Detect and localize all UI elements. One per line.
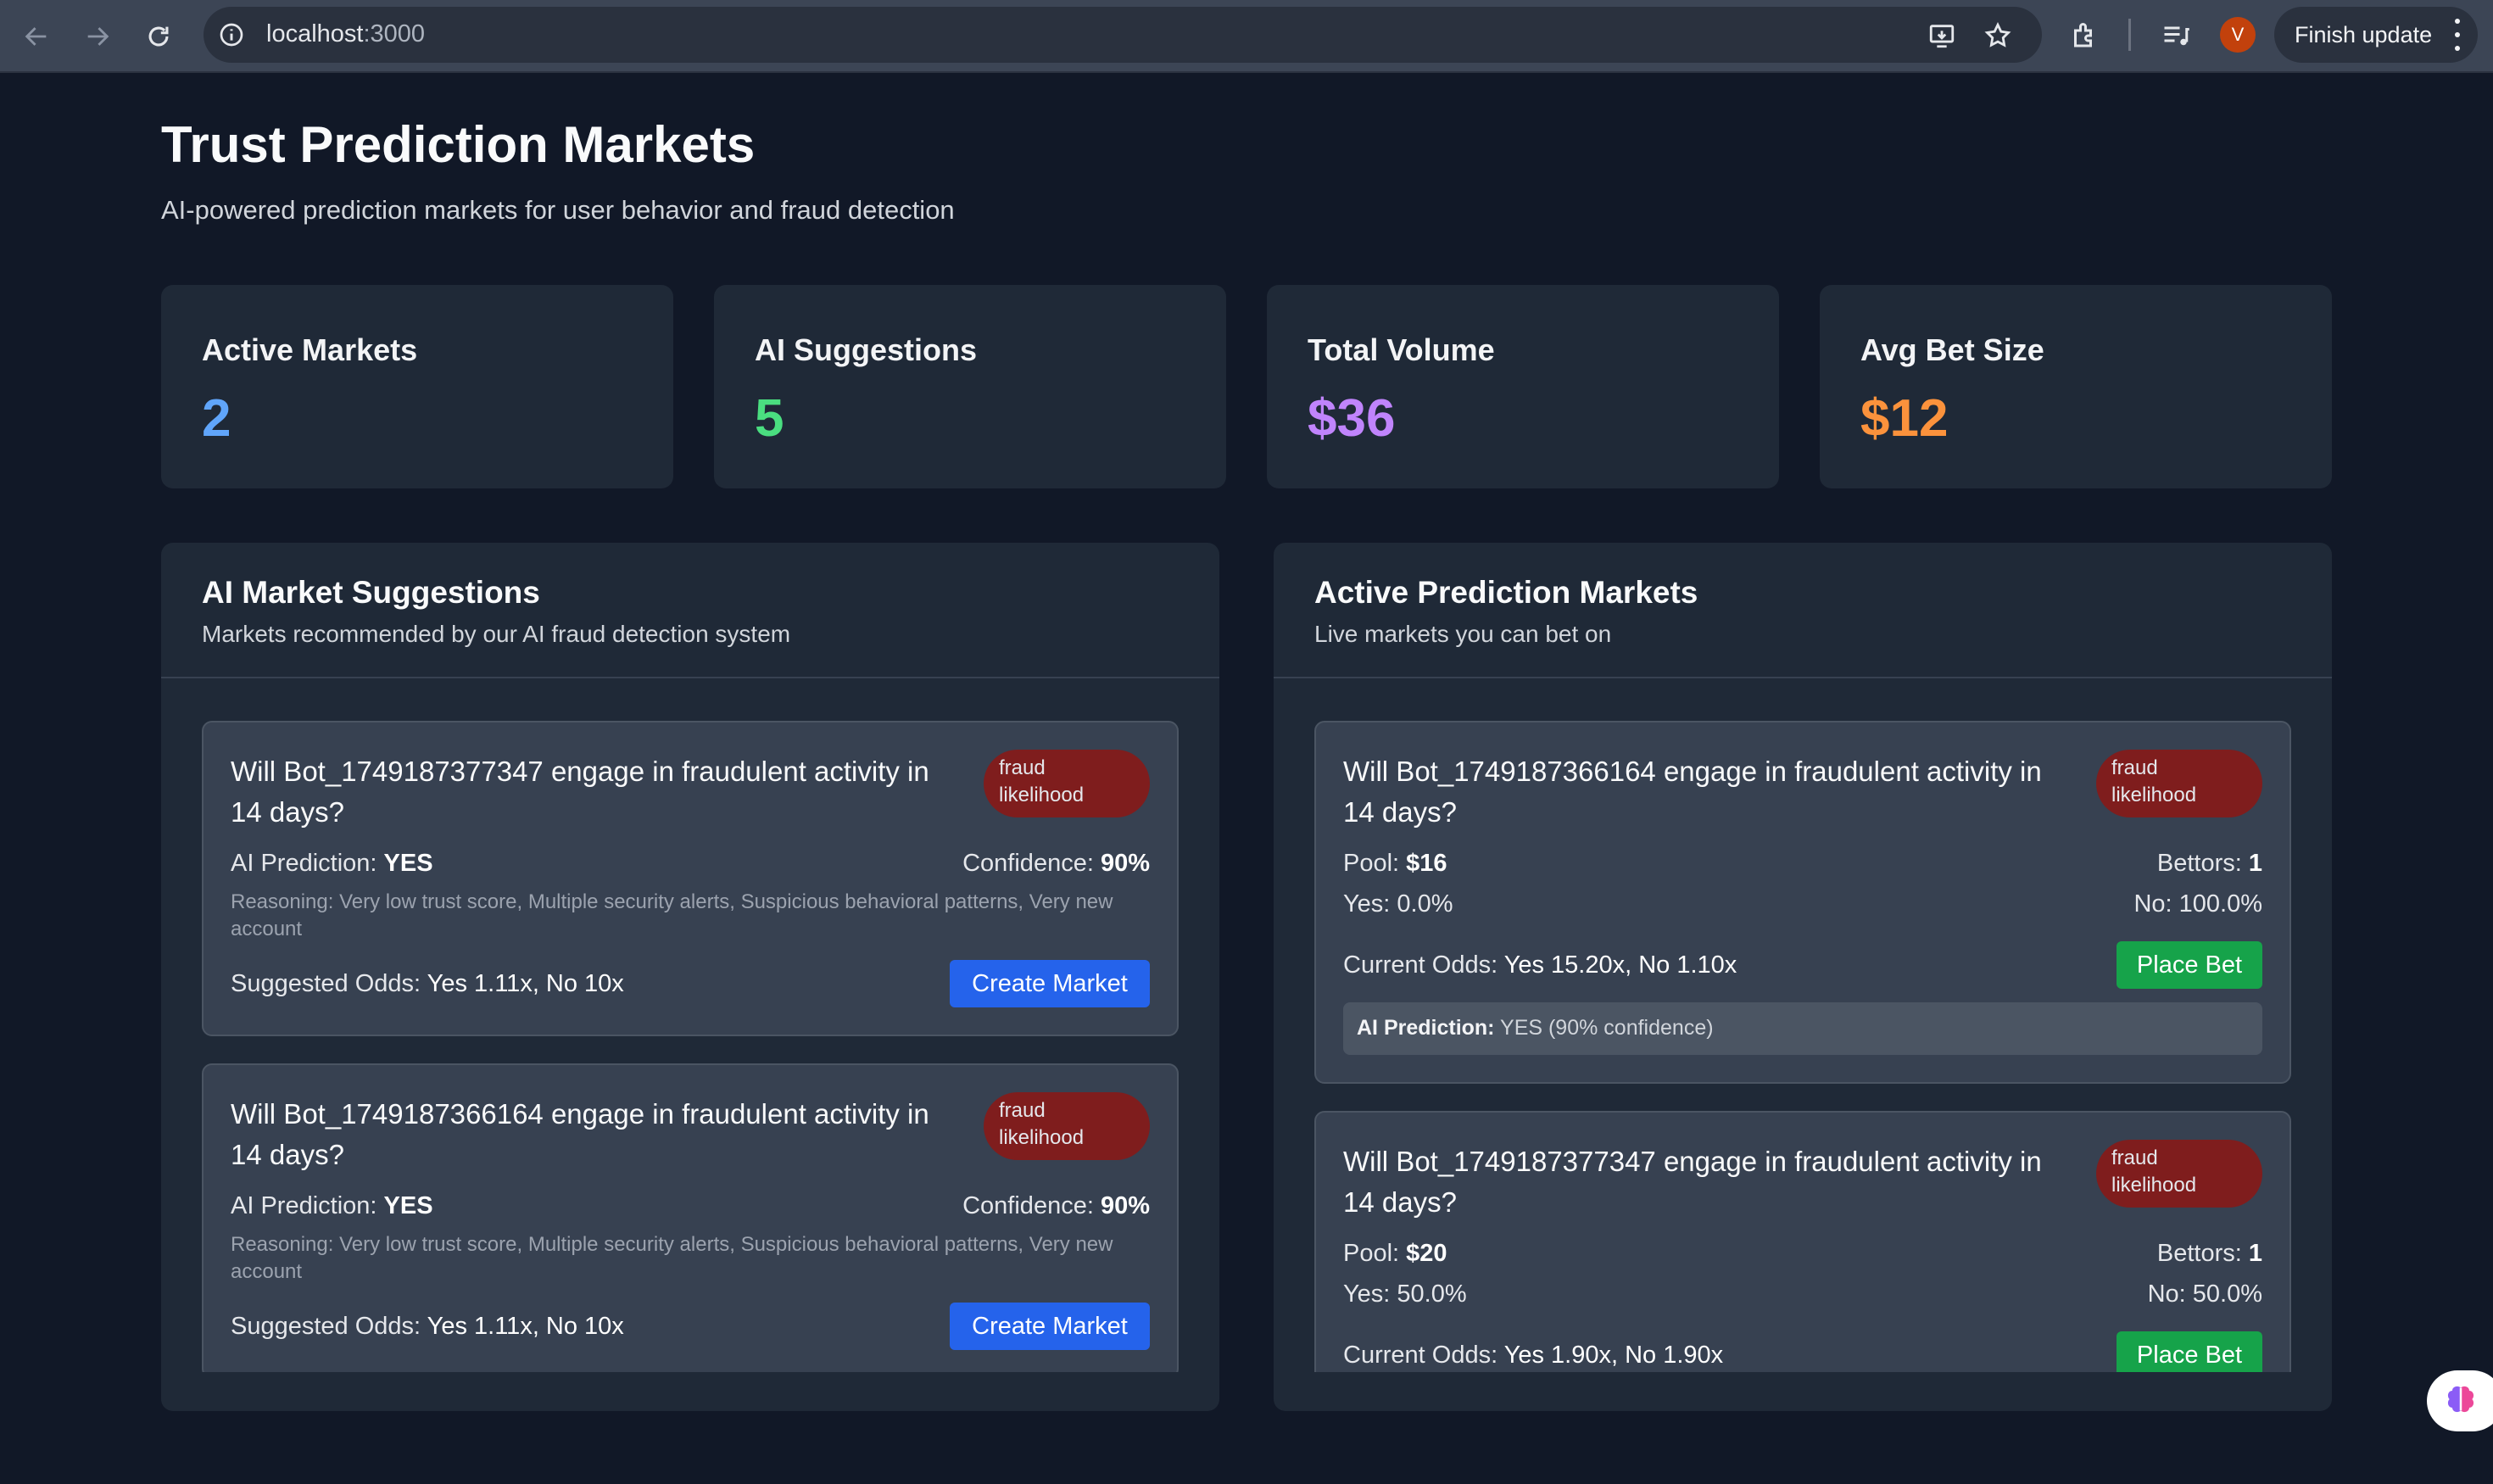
finish-update-button[interactable]: Finish update [2274, 7, 2478, 63]
markets-list[interactable]: Will Bot_1749187366164 engage in fraudul… [1274, 680, 2332, 1372]
assistant-brain-button[interactable] [2427, 1370, 2493, 1431]
stat-label: Avg Bet Size [1860, 332, 2044, 367]
yes-percentage: Yes: 50.0% [1343, 1280, 1467, 1308]
stat-card-ai-suggestions: AI Suggestions 5 [714, 285, 1226, 488]
category-badge: fraud likelihood [2096, 750, 2262, 817]
stat-value: 2 [202, 389, 231, 448]
ai-suggestions-panel: AI Market Suggestions Markets recommende… [161, 543, 1219, 1411]
stat-card-avg-bet-size: Avg Bet Size $12 [1820, 285, 2332, 488]
stat-card-active-markets: Active Markets 2 [161, 285, 673, 488]
reload-icon[interactable] [137, 15, 180, 58]
site-info-icon[interactable] [215, 19, 248, 51]
toolbar-divider [2128, 19, 2131, 51]
confidence: Confidence: 90% [962, 1192, 1150, 1219]
forward-icon[interactable] [76, 15, 119, 58]
profile-avatar[interactable]: V [2220, 17, 2256, 53]
stat-label: AI Suggestions [755, 332, 978, 367]
create-market-button[interactable]: Create Market [950, 960, 1150, 1007]
market-card: Will Bot_1749187366164 engage in fraudul… [1314, 721, 2291, 1084]
panel-subtitle: Markets recommended by our AI fraud dete… [202, 621, 791, 647]
browser-toolbar: localhost:3000 V Finish update [0, 0, 2493, 73]
bettors-count: Bettors: 1 [2156, 850, 2262, 877]
panel-title: Active Prediction Markets [1314, 575, 1698, 610]
panel-header: Active Prediction Markets Live markets y… [1274, 543, 2332, 678]
no-percentage: No: 50.0% [2147, 1280, 2262, 1308]
category-badge: fraud likelihood [984, 1092, 1150, 1160]
market-question: Will Bot_1749187377347 engage in fraudul… [1343, 1146, 2042, 1218]
pool-amount: Pool: $20 [1343, 1240, 1447, 1267]
suggested-odds: Suggested Odds: Yes 1.11x, No 10x [231, 1313, 624, 1340]
category-badge: fraud likelihood [2096, 1140, 2262, 1208]
suggestion-card: Will Bot_1749187366164 engage in fraudul… [202, 1063, 1179, 1372]
reasoning-text: Reasoning: Very low trust score, Multipl… [231, 1233, 1113, 1283]
page-title: Trust Prediction Markets [161, 116, 756, 173]
ai-prediction-box: AI Prediction: YES (90% confidence) [1343, 1002, 2262, 1055]
market-question: Will Bot_1749187366164 engage in fraudul… [1343, 756, 2042, 828]
back-icon[interactable] [15, 15, 58, 58]
yes-percentage: Yes: 0.0% [1343, 890, 1453, 918]
active-markets-panel: Active Prediction Markets Live markets y… [1274, 543, 2332, 1411]
ai-prediction: AI Prediction: YES [231, 850, 433, 877]
market-question: Will Bot_1749187366164 engage in fraudul… [231, 1098, 929, 1170]
bettors-count: Bettors: 1 [2156, 1240, 2262, 1267]
more-menu-icon[interactable] [2452, 19, 2462, 51]
suggested-odds: Suggested Odds: Yes 1.11x, No 10x [231, 970, 624, 997]
brain-icon [2444, 1382, 2478, 1420]
panel-title: AI Market Suggestions [202, 575, 540, 610]
stat-card-total-volume: Total Volume $36 [1267, 285, 1779, 488]
confidence: Confidence: 90% [962, 850, 1150, 877]
market-card: Will Bot_1749187377347 engage in fraudul… [1314, 1111, 2291, 1372]
place-bet-button[interactable]: Place Bet [2117, 1331, 2262, 1372]
panel-header: AI Market Suggestions Markets recommende… [161, 543, 1219, 678]
category-badge: fraud likelihood [984, 750, 1150, 817]
extensions-icon[interactable] [2066, 17, 2103, 54]
ai-prediction: AI Prediction: YES [231, 1192, 433, 1219]
install-app-icon[interactable] [1925, 19, 1959, 53]
no-percentage: No: 100.0% [2133, 890, 2262, 918]
market-question: Will Bot_1749187377347 engage in fraudul… [231, 756, 929, 828]
suggestions-list[interactable]: Will Bot_1749187377347 engage in fraudul… [161, 680, 1219, 1372]
page-subtitle: AI-powered prediction markets for user b… [161, 195, 955, 225]
panel-subtitle: Live markets you can bet on [1314, 621, 1612, 647]
bookmark-star-icon[interactable] [1981, 19, 2015, 53]
address-bar[interactable]: localhost:3000 [204, 7, 2042, 63]
stat-value: $12 [1860, 389, 1949, 448]
create-market-button[interactable]: Create Market [950, 1303, 1150, 1350]
stat-label: Active Markets [202, 332, 418, 367]
current-odds: Current Odds: Yes 15.20x, No 1.10x [1343, 951, 1737, 979]
media-controls-icon[interactable] [2157, 17, 2195, 54]
pool-amount: Pool: $16 [1343, 850, 1447, 877]
url-text: localhost:3000 [266, 20, 426, 47]
suggestion-card: Will Bot_1749187377347 engage in fraudul… [202, 721, 1179, 1036]
current-odds: Current Odds: Yes 1.90x, No 1.90x [1343, 1342, 1724, 1369]
stat-label: Total Volume [1308, 332, 1495, 367]
reasoning-text: Reasoning: Very low trust score, Multipl… [231, 890, 1113, 940]
stat-value: $36 [1308, 389, 1396, 448]
stat-value: 5 [755, 389, 784, 448]
place-bet-button[interactable]: Place Bet [2117, 941, 2262, 989]
